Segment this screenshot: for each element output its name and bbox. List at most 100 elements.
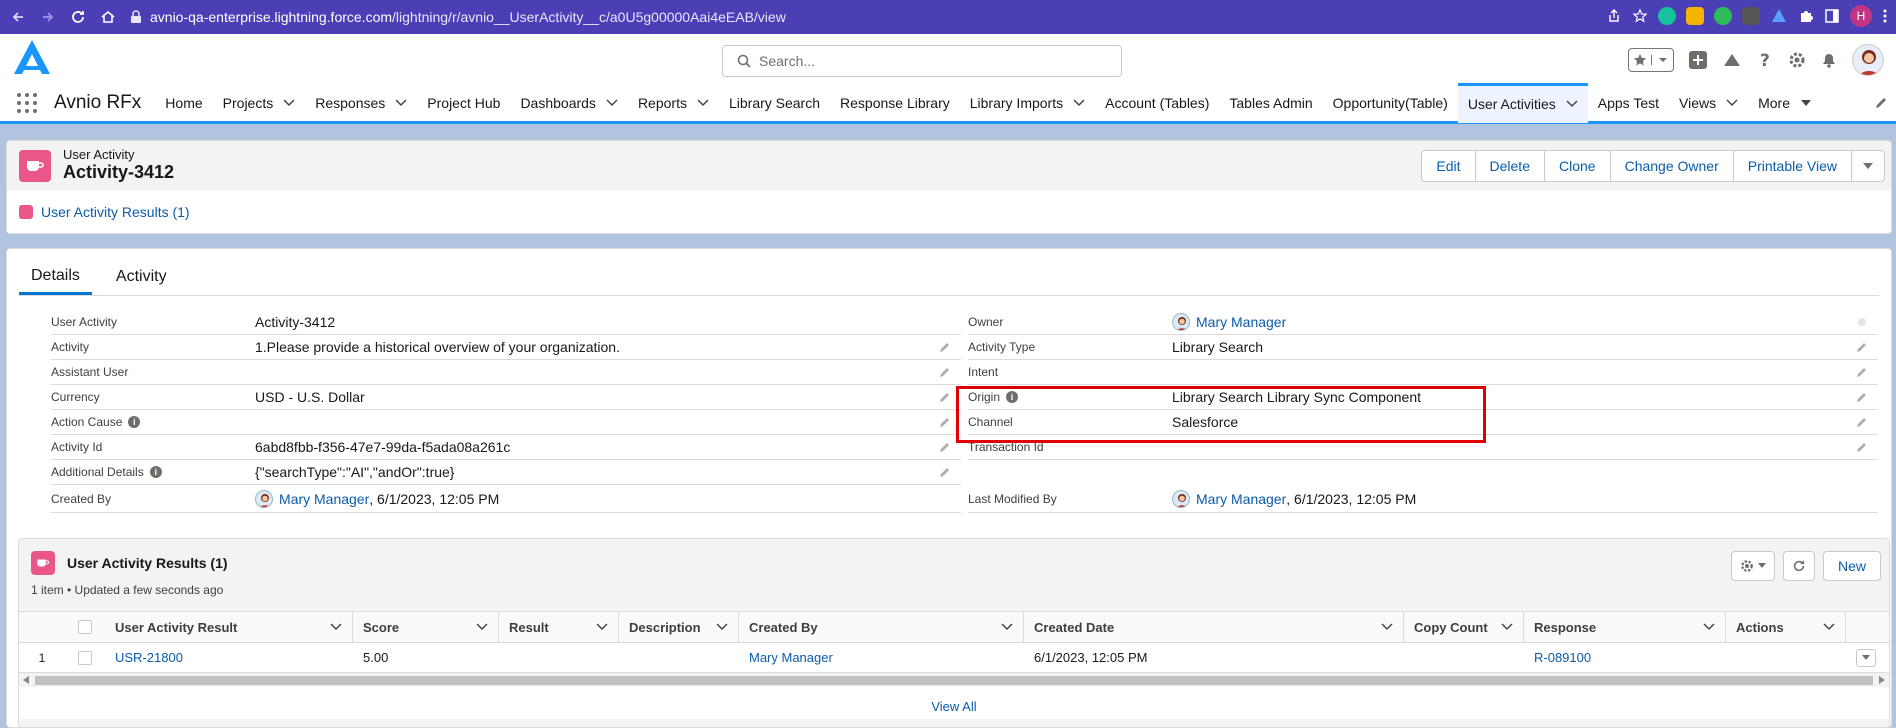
- chevron-down-icon[interactable]: [395, 98, 407, 107]
- chevron-down-icon[interactable]: [697, 98, 709, 107]
- created-by-user-link[interactable]: Mary Manager: [279, 491, 369, 507]
- row-actions-menu[interactable]: [1856, 648, 1876, 667]
- nav-reports[interactable]: Reports: [628, 83, 719, 123]
- more-actions-button[interactable]: [1852, 151, 1884, 181]
- column-header-created-date[interactable]: Created Date: [1024, 612, 1404, 642]
- edit-pencil-icon[interactable]: [939, 466, 951, 478]
- related-list-title[interactable]: User Activity Results (1): [67, 555, 228, 571]
- nav-opportunity-table[interactable]: Opportunity(Table): [1323, 83, 1458, 123]
- edit-pencil-icon[interactable]: [1856, 391, 1868, 403]
- edit-pencil-icon[interactable]: [1856, 341, 1868, 353]
- column-header-result[interactable]: Result: [499, 612, 619, 642]
- avnio-logo-icon[interactable]: [10, 38, 54, 78]
- nav-apps-test[interactable]: Apps Test: [1588, 83, 1669, 123]
- horizontal-scrollbar[interactable]: [19, 673, 1889, 687]
- chevron-down-icon[interactable]: [283, 98, 295, 107]
- column-header-copy-count[interactable]: Copy Count: [1404, 612, 1524, 642]
- info-icon[interactable]: i: [128, 416, 141, 428]
- edit-pencil-icon[interactable]: [939, 416, 951, 428]
- scrollbar-thumb[interactable]: [35, 675, 1873, 685]
- edit-button[interactable]: Edit: [1422, 151, 1476, 181]
- star-icon[interactable]: [1629, 53, 1651, 67]
- grammarly-extension-icon[interactable]: [1658, 7, 1676, 25]
- tab-activity[interactable]: Activity: [104, 259, 179, 295]
- chevron-down-icon[interactable]: [1073, 98, 1085, 107]
- nav-responses[interactable]: Responses: [305, 83, 417, 123]
- scroll-right-icon[interactable]: [1879, 676, 1885, 684]
- chevron-down-icon[interactable]: [330, 623, 342, 631]
- extension-dark-icon[interactable]: [1742, 7, 1760, 25]
- nav-tables-admin[interactable]: Tables Admin: [1219, 83, 1322, 123]
- user-avatar[interactable]: [1852, 44, 1884, 76]
- chevron-down-icon[interactable]: [1381, 623, 1393, 631]
- nav-dashboards[interactable]: Dashboards: [510, 83, 628, 123]
- chevron-down-icon[interactable]: [1703, 623, 1715, 631]
- new-button[interactable]: New: [1822, 551, 1881, 581]
- browser-menu-icon[interactable]: [1882, 8, 1888, 24]
- column-header-actions[interactable]: Actions: [1726, 612, 1846, 642]
- clone-button[interactable]: Clone: [1545, 151, 1611, 181]
- created-by-link[interactable]: Mary Manager: [749, 650, 833, 665]
- column-header-user-activity-result[interactable]: User Activity Result: [105, 612, 353, 642]
- change-owner-icon[interactable]: [1856, 316, 1868, 328]
- bookmark-star-icon[interactable]: [1632, 8, 1648, 24]
- chevron-down-icon[interactable]: [1823, 623, 1835, 631]
- edit-pencil-icon[interactable]: [939, 441, 951, 453]
- last-modified-by-user-link[interactable]: Mary Manager: [1196, 491, 1286, 507]
- chevron-down-icon[interactable]: [606, 98, 618, 107]
- list-settings-button[interactable]: [1730, 551, 1775, 581]
- extension-q-icon[interactable]: [1686, 7, 1704, 25]
- favorites-button[interactable]: [1628, 48, 1674, 72]
- change-owner-button[interactable]: Change Owner: [1611, 151, 1734, 181]
- chevron-down-icon[interactable]: [1651, 55, 1673, 65]
- edit-pencil-icon[interactable]: [1856, 441, 1868, 453]
- column-header-score[interactable]: Score: [353, 612, 499, 642]
- user-activity-result-link[interactable]: USR-21800: [115, 650, 183, 665]
- edit-pencil-icon[interactable]: [939, 391, 951, 403]
- back-icon[interactable]: [6, 5, 30, 29]
- chevron-down-icon[interactable]: [1726, 98, 1738, 107]
- nav-library-search[interactable]: Library Search: [719, 83, 830, 123]
- nav-home[interactable]: Home: [163, 83, 212, 123]
- chevron-down-icon[interactable]: [716, 623, 728, 631]
- reload-icon[interactable]: [66, 5, 90, 29]
- info-icon[interactable]: i: [149, 466, 162, 478]
- extension-puzzle-icon[interactable]: [1798, 8, 1814, 24]
- nav-response-library[interactable]: Response Library: [830, 83, 960, 123]
- global-search-input[interactable]: Search...: [722, 45, 1122, 77]
- view-all-link[interactable]: View All: [19, 687, 1889, 719]
- app-launcher-icon[interactable]: [0, 83, 54, 123]
- delete-button[interactable]: Delete: [1476, 151, 1545, 181]
- edit-pencil-icon[interactable]: [1856, 366, 1868, 378]
- edit-pencil-icon[interactable]: [1856, 416, 1868, 428]
- home-icon[interactable]: [96, 5, 120, 29]
- chevron-down-icon[interactable]: [1566, 100, 1578, 108]
- edit-pencil-icon[interactable]: [939, 366, 951, 378]
- help-icon[interactable]: ?: [1756, 51, 1774, 69]
- nav-projects[interactable]: Projects: [213, 83, 306, 123]
- chevron-down-icon[interactable]: [596, 623, 608, 631]
- scroll-left-icon[interactable]: [23, 676, 29, 684]
- address-bar[interactable]: avnio-qa-enterprise.lightning.force.com /…: [130, 9, 786, 25]
- trailhead-icon[interactable]: [1722, 50, 1742, 70]
- owner-user-link[interactable]: Mary Manager: [1196, 314, 1286, 330]
- nav-project-hub[interactable]: Project Hub: [417, 83, 510, 123]
- chevron-down-icon[interactable]: [476, 623, 488, 631]
- extension-green-icon[interactable]: [1714, 7, 1732, 25]
- nav-views[interactable]: Views: [1669, 83, 1748, 123]
- gear-icon[interactable]: [1788, 51, 1806, 69]
- side-panel-icon[interactable]: [1824, 8, 1840, 24]
- chevron-down-icon[interactable]: [1001, 623, 1013, 631]
- global-actions-icon[interactable]: [1688, 50, 1708, 70]
- nav-library-imports[interactable]: Library Imports: [960, 83, 1095, 123]
- notifications-bell-icon[interactable]: [1820, 51, 1838, 69]
- printable-view-button[interactable]: Printable View: [1734, 151, 1852, 181]
- nav-more[interactable]: More: [1748, 83, 1822, 123]
- chevron-down-icon[interactable]: [1501, 623, 1513, 631]
- column-header-response[interactable]: Response: [1524, 612, 1726, 642]
- column-header-created-by[interactable]: Created By: [739, 612, 1024, 642]
- nav-account-tables[interactable]: Account (Tables): [1095, 83, 1219, 123]
- refresh-button[interactable]: [1782, 551, 1815, 581]
- column-header-description[interactable]: Description: [619, 612, 739, 642]
- share-icon[interactable]: [1606, 8, 1622, 24]
